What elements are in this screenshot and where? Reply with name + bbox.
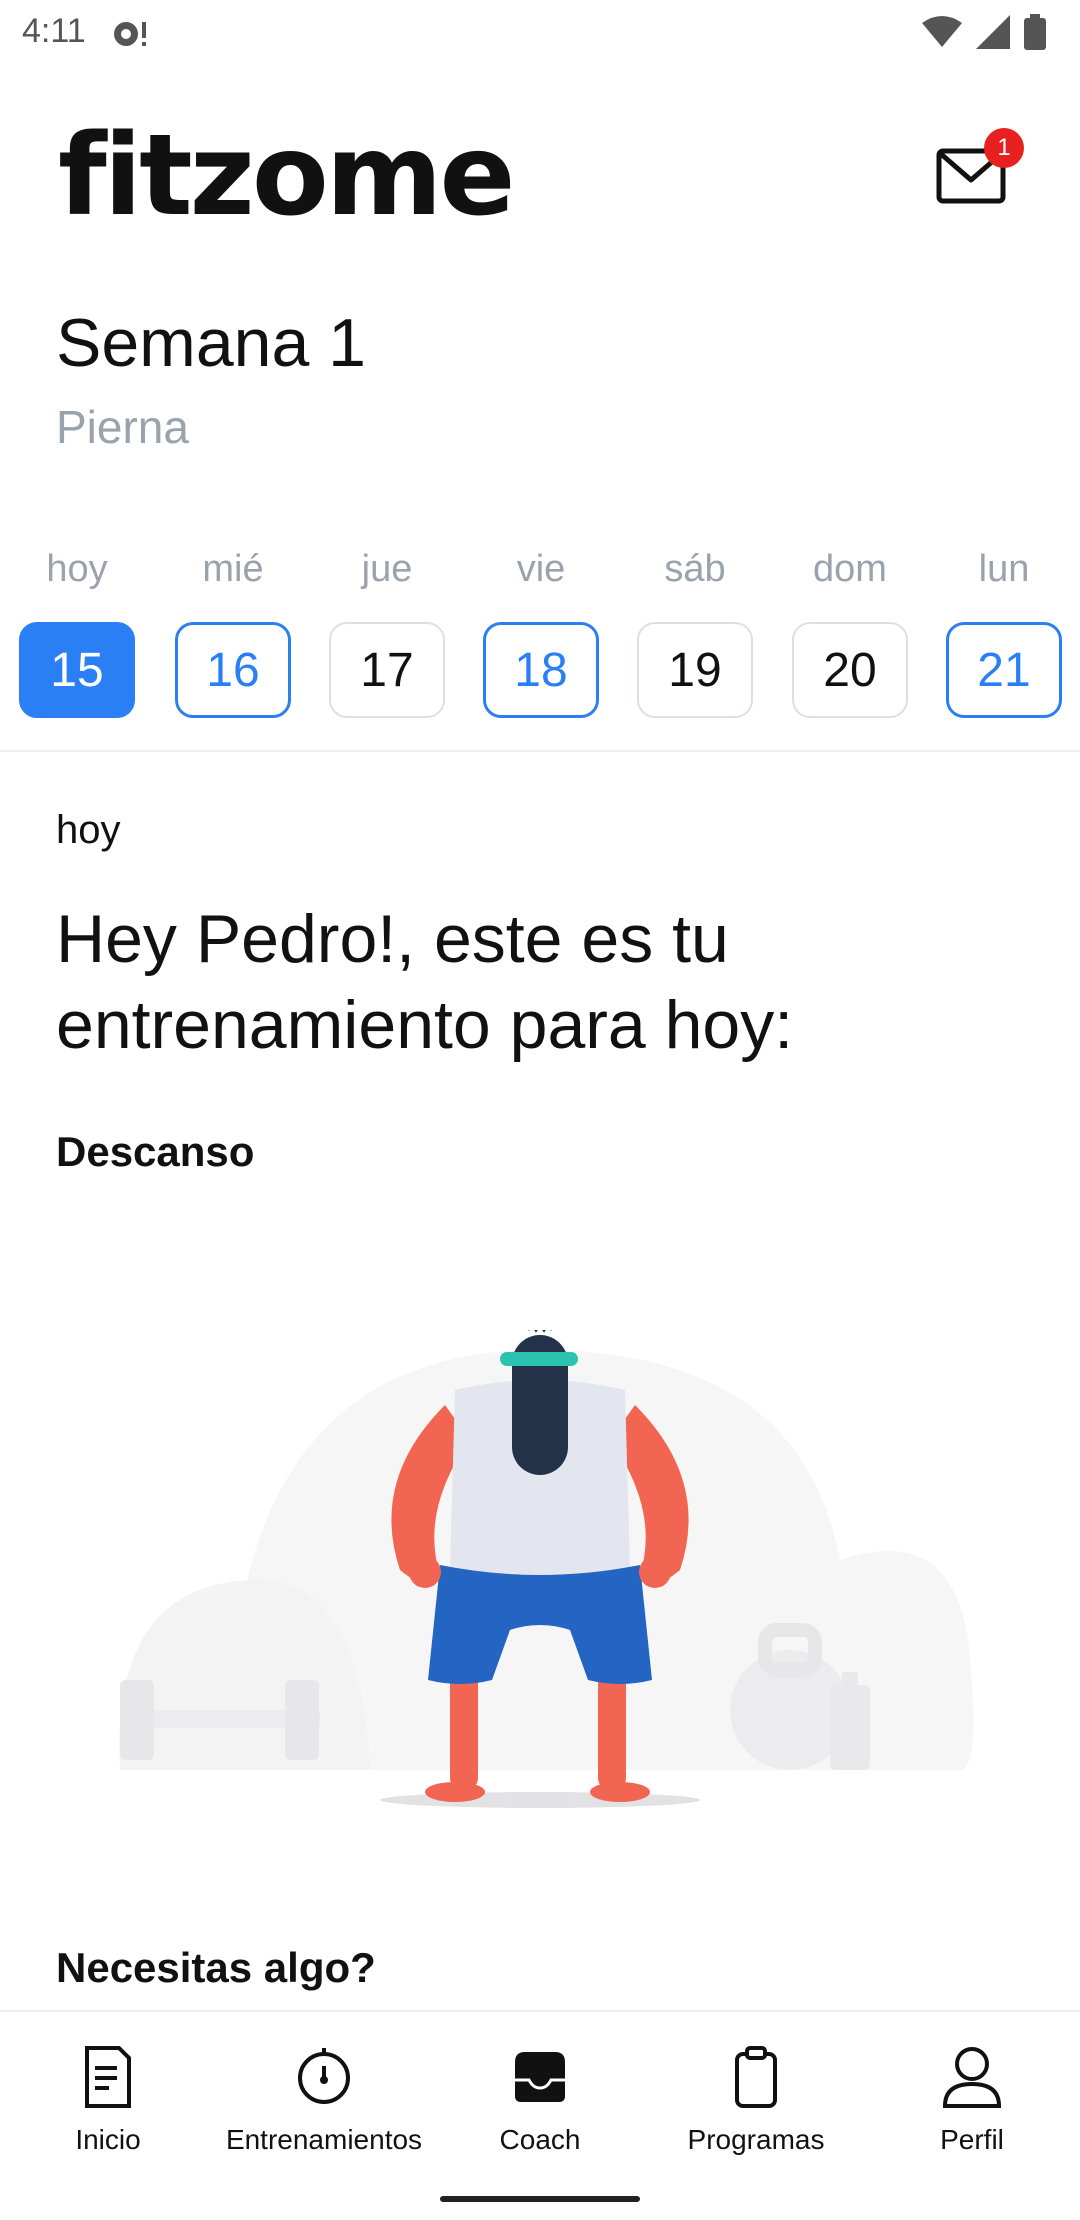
signal-icon <box>976 15 1010 49</box>
day-number[interactable]: 16 <box>175 622 291 718</box>
day-item[interactable]: hoy 15 <box>19 548 135 728</box>
nav-label: Entrenamientos <box>225 2124 423 2155</box>
day-label: lun <box>978 548 1030 590</box>
rest-illustration <box>119 1330 974 1808</box>
nav-programas[interactable]: Programas <box>648 2042 864 2156</box>
day-item[interactable]: lun 21 <box>946 548 1062 728</box>
greeting-heading: Hey Pedro!, este es tu entrenamiento par… <box>56 901 794 1063</box>
nav-inicio[interactable]: Inicio <box>0 2042 216 2156</box>
day-label: hoy <box>46 548 108 590</box>
day-number[interactable]: 19 <box>637 622 753 718</box>
day-label: jue <box>361 548 413 590</box>
app-header: fitzome 1 <box>0 100 1080 260</box>
day-label: vie <box>516 548 566 590</box>
day-item[interactable]: vie 18 <box>483 548 599 728</box>
nav-label: Coach <box>499 2124 581 2155</box>
home-indicator <box>440 2196 640 2202</box>
document-icon <box>85 2046 131 2108</box>
day-number[interactable]: 21 <box>946 622 1062 718</box>
clipboard-icon <box>735 2046 777 2108</box>
nav-label: Inicio <box>75 2124 141 2155</box>
bottom-nav: Inicio Entrenamientos Coach Programas Pe… <box>0 2010 1080 2220</box>
wifi-icon <box>922 16 962 47</box>
nav-perfil[interactable]: Perfil <box>864 2042 1080 2156</box>
nav-coach[interactable]: Coach <box>432 2042 648 2156</box>
workout-title: Descanso <box>56 1128 255 1175</box>
day-item[interactable]: jue 17 <box>329 548 445 728</box>
day-selector: hoy 15 mié 16 jue 17 vie 18 sáb 19 dom 2… <box>0 548 1080 728</box>
app-logo: fitzome <box>58 111 515 241</box>
day-number[interactable]: 17 <box>329 622 445 718</box>
sync-alert-icon <box>110 16 150 57</box>
day-item[interactable]: dom 20 <box>792 548 908 728</box>
today-label: hoy <box>56 808 121 852</box>
day-number[interactable]: 20 <box>792 622 908 718</box>
status-time: 4:11 <box>22 12 86 50</box>
day-item[interactable]: sáb 19 <box>637 548 753 728</box>
person-icon <box>942 2047 1002 2108</box>
nav-label: Perfil <box>940 2124 1004 2155</box>
week-subtitle: Pierna <box>56 401 189 453</box>
day-number[interactable]: 15 <box>19 622 135 718</box>
battery-icon <box>1024 14 1046 50</box>
day-number[interactable]: 18 <box>483 622 599 718</box>
nav-entrenamientos[interactable]: Entrenamientos <box>216 2042 432 2156</box>
stopwatch-icon <box>298 2048 350 2104</box>
notification-badge: 1 <box>984 128 1024 168</box>
day-label: mié <box>202 548 264 590</box>
divider <box>0 750 1080 752</box>
status-icons <box>922 14 1046 50</box>
help-heading: Necesitas algo? <box>56 1944 376 1991</box>
inbox-icon <box>515 2052 565 2102</box>
day-item[interactable]: mié 16 <box>175 548 291 728</box>
day-label: sáb <box>664 548 726 590</box>
nav-label: Programas <box>687 2124 825 2155</box>
week-title: Semana 1 <box>56 305 366 381</box>
day-label: dom <box>813 548 887 590</box>
status-bar: 4:11 <box>0 0 1080 66</box>
